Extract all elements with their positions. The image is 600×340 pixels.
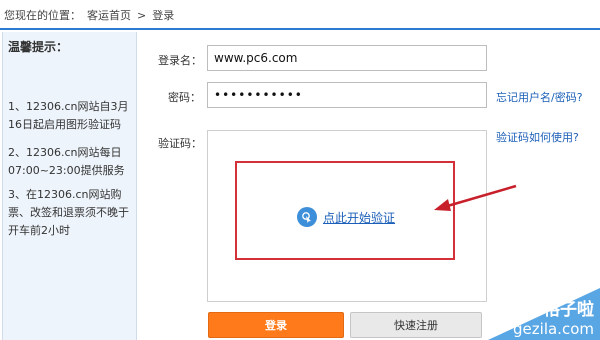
header-divider bbox=[0, 28, 600, 30]
pointer-click-icon bbox=[297, 207, 317, 227]
captcha-label: 验证码： bbox=[158, 137, 202, 150]
captcha-help-link[interactable]: 验证码如何使用? bbox=[496, 129, 579, 145]
quick-register-button[interactable]: 快速注册 bbox=[350, 312, 482, 338]
username-input[interactable]: www.pc6.com bbox=[207, 45, 487, 71]
password-input[interactable]: ••••••••••• bbox=[207, 82, 487, 108]
start-verification-button[interactable]: 点此开始验证 bbox=[297, 207, 395, 227]
breadcrumb-current: 登录 bbox=[152, 9, 175, 22]
tip-item-2: 2、12306.cn网站每日07:00~23:00提供服务 bbox=[8, 146, 125, 177]
tip-item-1: 1、12306.cn网站自3月16日起启用图形验证码 bbox=[8, 100, 129, 131]
start-verification-label: 点此开始验证 bbox=[323, 210, 396, 225]
breadcrumb: 您现在的位置： 客运首页 > 登录 bbox=[4, 7, 180, 23]
breadcrumb-separator: > bbox=[137, 9, 147, 22]
tips-title: 温馨提示： bbox=[8, 40, 69, 54]
breadcrumb-prefix: 您现在的位置： bbox=[4, 9, 81, 22]
login-button[interactable]: 登录 bbox=[208, 312, 344, 338]
breadcrumb-home-link[interactable]: 客运首页 bbox=[87, 9, 131, 22]
watermark-domain: gezila.com bbox=[513, 320, 594, 338]
tip-item-3: 3、在12306.cn网站购票、改签和退票须不晚于开车前2小时 bbox=[8, 188, 129, 237]
watermark: 格子啦 gezila.com bbox=[488, 288, 600, 340]
password-label: 密码： bbox=[168, 91, 201, 104]
watermark-title: 格子啦 bbox=[543, 300, 594, 320]
forgot-password-link[interactable]: 忘记用户名/密码? bbox=[496, 89, 583, 105]
username-label: 登录名： bbox=[158, 54, 202, 67]
annotation-arrow bbox=[434, 184, 517, 211]
